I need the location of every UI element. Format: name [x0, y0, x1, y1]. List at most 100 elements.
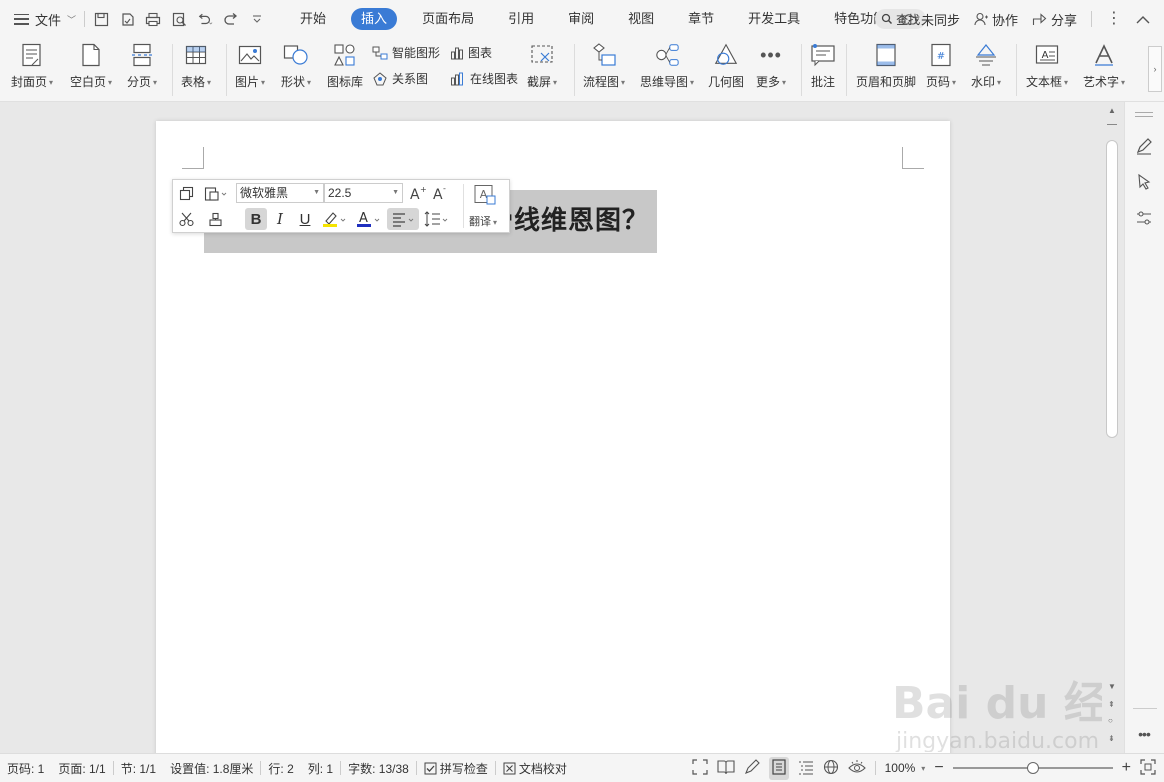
cursor-select-icon[interactable]: [1134, 172, 1154, 192]
cloud-icon: [901, 13, 917, 25]
collaborate-button[interactable]: 协作: [974, 10, 1018, 29]
spell-check-button[interactable]: 拼写检查: [417, 760, 495, 777]
svg-text:#: #: [937, 51, 945, 62]
export-pdf-icon[interactable]: [119, 11, 135, 27]
previous-page-icon[interactable]: ⇞: [1108, 700, 1115, 709]
bold-button[interactable]: B: [245, 208, 267, 230]
tab-review[interactable]: 审阅: [551, 8, 611, 30]
outline-view-icon[interactable]: [798, 759, 814, 778]
translate-icon[interactable]: A: [471, 183, 499, 207]
web-view-icon[interactable]: [823, 759, 839, 778]
word-art-button[interactable]: 艺术字 ▾: [1083, 41, 1125, 90]
underline-button[interactable]: U: [295, 209, 315, 229]
print-icon[interactable]: [145, 11, 161, 27]
settings-sliders-icon[interactable]: [1134, 208, 1154, 228]
tab-page-layout[interactable]: 页面布局: [405, 8, 491, 30]
font-name-select[interactable]: 微软雅黑 ▼: [236, 183, 324, 203]
more-options-icon[interactable]: ⋮: [1106, 11, 1122, 27]
scroll-down-icon[interactable]: ▼: [1108, 682, 1116, 691]
screenshot-button[interactable]: 截屏 ▾: [527, 41, 557, 90]
tab-references[interactable]: 引用: [491, 8, 551, 30]
column-status[interactable]: 列: 1: [301, 760, 340, 777]
increase-font-icon[interactable]: A +: [408, 183, 428, 203]
floating-format-toolbar: 微软雅黑 ▼ 22.5 ▼ A + A- A B I U A 翻译 ▾: [172, 179, 510, 233]
share-button[interactable]: 分享: [1032, 10, 1077, 29]
write-mode-icon[interactable]: [744, 758, 760, 778]
format-painter-icon[interactable]: [205, 209, 225, 229]
zoom-out-button[interactable]: −: [934, 759, 943, 777]
zoom-slider-thumb[interactable]: [1026, 762, 1039, 774]
row-status[interactable]: 行: 2: [261, 760, 300, 777]
scroll-up-icon[interactable]: ▲: [1108, 106, 1116, 115]
collapse-ribbon-icon[interactable]: [1136, 12, 1150, 27]
tab-section[interactable]: 章节: [671, 8, 731, 30]
select-browse-object-icon[interactable]: ○: [1108, 716, 1113, 725]
tab-view[interactable]: 视图: [611, 8, 671, 30]
smart-art-button[interactable]: 智能图形: [372, 44, 440, 61]
word-count-status[interactable]: 字数: 13/38: [341, 760, 416, 777]
blank-page-button[interactable]: 空白页 ▾: [70, 41, 112, 90]
section-status[interactable]: 节: 1/1: [114, 760, 163, 777]
font-color-icon[interactable]: A: [355, 209, 383, 229]
reading-mode-icon[interactable]: [717, 759, 735, 778]
highlight-color-icon[interactable]: [321, 209, 349, 229]
fullscreen-icon[interactable]: [691, 758, 708, 778]
chart-button[interactable]: 图表: [450, 44, 492, 61]
geometry-button[interactable]: 几何图: [708, 41, 744, 90]
flowchart-button[interactable]: 流程图 ▾: [583, 41, 625, 90]
comment-button[interactable]: 批注: [810, 41, 836, 90]
online-chart-button[interactable]: 在线图表: [450, 70, 518, 87]
align-icon[interactable]: [387, 208, 419, 230]
page-number-status[interactable]: 页码: 1: [0, 760, 51, 777]
file-menu-button[interactable]: 文件 ﹀: [14, 10, 76, 29]
fit-page-icon[interactable]: [1140, 758, 1156, 778]
more-button[interactable]: ••• 更多 ▾: [756, 41, 786, 90]
undo-icon[interactable]: [197, 11, 213, 27]
tab-developer[interactable]: 开发工具: [731, 8, 817, 30]
eye-protection-icon[interactable]: [847, 759, 866, 778]
text-box-button[interactable]: A 文本框 ▾: [1026, 41, 1068, 90]
online-chart-label: 在线图表: [470, 72, 519, 86]
picture-button[interactable]: 图片 ▾: [235, 41, 265, 90]
header-footer-button[interactable]: 页眉和页脚: [856, 41, 916, 90]
ribbon-scroll-right-button[interactable]: ›: [1148, 46, 1162, 92]
print-preview-icon[interactable]: [171, 11, 187, 27]
save-icon[interactable]: [93, 11, 109, 27]
pen-icon[interactable]: [1134, 136, 1154, 156]
proofread-button[interactable]: 文档校对: [496, 760, 574, 777]
setting-value-status[interactable]: 设置值: 1.8厘米: [163, 760, 260, 777]
sync-status-button[interactable]: 未同步: [901, 10, 960, 29]
more-options-icon[interactable]: •••: [1134, 724, 1154, 744]
relation-diagram-button[interactable]: 关系图: [372, 70, 428, 87]
icon-library-button[interactable]: 图标库: [327, 41, 363, 90]
page-count-status[interactable]: 页面: 1/1: [51, 760, 112, 777]
paste-icon[interactable]: [202, 183, 230, 203]
tab-insert[interactable]: 插入: [351, 8, 398, 30]
search-icon: [882, 13, 893, 25]
watermark-button[interactable]: 水印 ▾: [971, 41, 1001, 90]
page-view-icon[interactable]: [768, 756, 789, 780]
scrollbar-thumb[interactable]: [1106, 140, 1118, 438]
next-page-icon[interactable]: ⇟: [1108, 734, 1115, 743]
cut-icon[interactable]: [176, 209, 196, 229]
translate-button[interactable]: 翻译 ▾: [469, 213, 497, 229]
zoom-level-select[interactable]: 100% ▾: [885, 761, 926, 775]
page-number-button[interactable]: # 页码 ▾: [926, 41, 956, 90]
zoom-in-button[interactable]: +: [1122, 759, 1131, 777]
copy-icon[interactable]: [176, 183, 196, 203]
tab-home[interactable]: 开始: [283, 8, 343, 30]
line-spacing-icon[interactable]: [423, 209, 451, 229]
decrease-font-icon[interactable]: A-: [431, 183, 451, 203]
customize-toolbar-icon[interactable]: [249, 11, 265, 27]
cover-page-button[interactable]: 封面页 ▾: [11, 41, 53, 90]
italic-button[interactable]: I: [270, 209, 290, 229]
shape-button[interactable]: 形状 ▾: [281, 41, 311, 90]
page-break-button[interactable]: 分页 ▾: [127, 41, 157, 90]
mind-map-button[interactable]: 思维导图 ▾: [640, 41, 694, 90]
zoom-slider[interactable]: [952, 762, 1113, 774]
redo-icon[interactable]: [223, 11, 239, 27]
vertical-scrollbar[interactable]: ▲ ▼ ⇞ ○ ⇟: [1104, 102, 1122, 753]
picture-icon: [237, 41, 263, 69]
font-size-select[interactable]: 22.5 ▼: [324, 183, 403, 203]
table-button[interactable]: 表格 ▾: [181, 41, 211, 90]
